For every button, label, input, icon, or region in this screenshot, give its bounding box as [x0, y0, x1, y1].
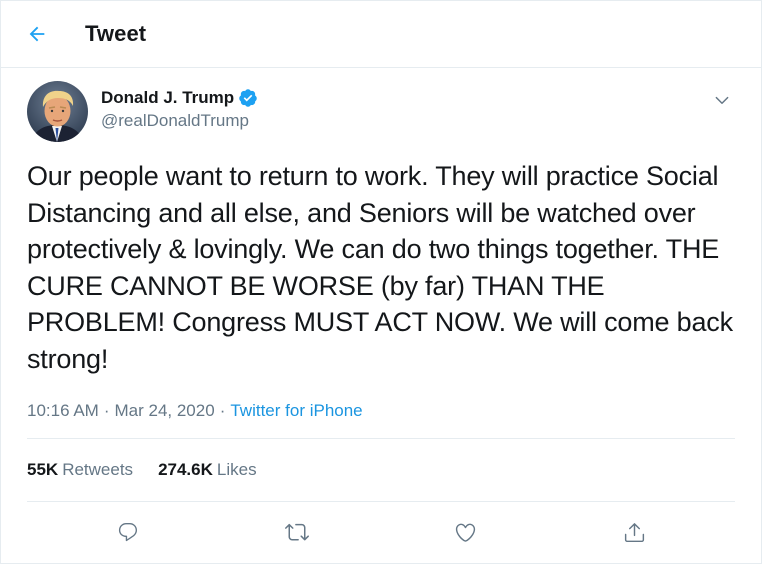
reply-button[interactable]: [108, 512, 148, 552]
reply-icon: [118, 523, 137, 542]
likes-count: 274.6K: [158, 460, 213, 479]
avatar[interactable]: [27, 81, 88, 142]
chevron-down-icon: [715, 96, 729, 105]
meta-separator: ·: [103, 401, 110, 420]
tweet-meta: 10:16 AM · Mar 24, 2020 · Twitter for iP…: [27, 397, 735, 425]
tweet-card: Donald J. Trump @realDonaldTrump Our peo…: [1, 68, 761, 562]
meta-separator: ·: [219, 401, 226, 420]
author-handle[interactable]: @realDonaldTrump: [101, 111, 258, 131]
retweet-button[interactable]: [277, 512, 317, 552]
author-row: Donald J. Trump @realDonaldTrump: [27, 68, 735, 142]
retweets-stat[interactable]: 55K Retweets: [27, 460, 133, 480]
more-options-button[interactable]: [707, 85, 737, 115]
author-name-link[interactable]: Donald J. Trump: [101, 88, 258, 108]
tweet-stats: 55K Retweets 274.6K Likes: [27, 439, 735, 501]
back-button[interactable]: [18, 15, 56, 53]
like-icon: [455, 523, 476, 542]
page-header: Tweet: [1, 1, 761, 68]
like-button[interactable]: [446, 512, 486, 552]
author-name: Donald J. Trump: [101, 88, 235, 107]
tweet-page: Tweet Donald J. Trump @realDonaldTrump O…: [0, 0, 762, 564]
author-info: Donald J. Trump @realDonaldTrump: [101, 81, 258, 131]
arrow-left-icon: [29, 26, 45, 42]
tweet-source-link[interactable]: Twitter for iPhone: [230, 401, 362, 421]
retweets-label: Retweets: [62, 460, 134, 479]
tweet-time[interactable]: 10:16 AM: [27, 401, 99, 421]
share-icon: [624, 522, 645, 542]
verified-badge-icon: [238, 88, 258, 108]
avatar-image: [27, 81, 88, 142]
share-button[interactable]: [615, 512, 655, 552]
retweet-icon: [284, 523, 309, 541]
retweets-count: 55K: [27, 460, 59, 479]
page-title: Tweet: [85, 21, 147, 46]
tweet-date[interactable]: Mar 24, 2020: [115, 401, 215, 421]
likes-label: Likes: [216, 460, 257, 479]
tweet-text: Our people want to return to work. They …: [27, 161, 733, 374]
likes-stat[interactable]: 274.6K Likes: [158, 460, 257, 480]
tweet-actions: [27, 502, 735, 562]
